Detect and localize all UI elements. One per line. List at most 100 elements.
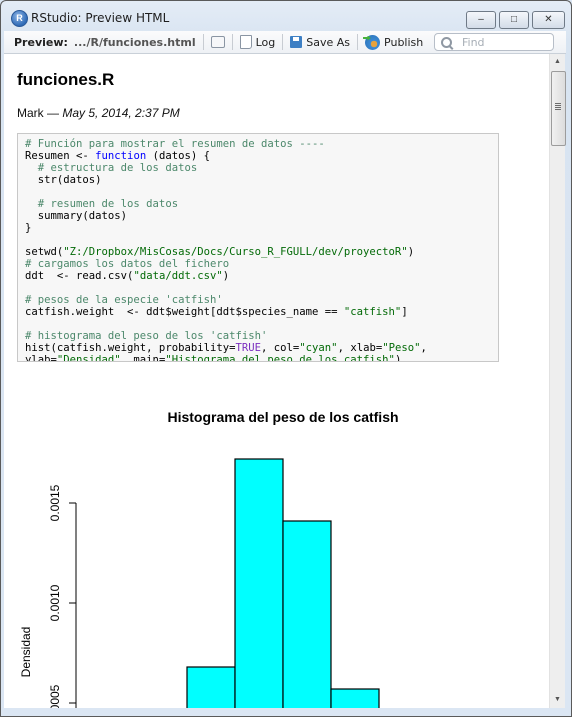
y-axis-label: Densidad <box>19 627 33 678</box>
toolbar-divider <box>231 34 233 50</box>
code-string: "Peso" <box>382 342 421 354</box>
log-label: Log <box>255 35 276 49</box>
preview-path: .../R/funciones.html <box>73 35 196 49</box>
histogram-bar <box>330 688 380 708</box>
toolbar-divider <box>202 34 204 50</box>
code-text: } <box>25 222 32 234</box>
preview-label: Preview: <box>14 35 68 49</box>
code-string: "cyan" <box>299 342 338 354</box>
maximize-icon: □ <box>510 14 518 25</box>
code-line: ddt <- read.csv("data/ddt.csv") <box>25 270 229 282</box>
publish-globe-icon <box>365 34 381 50</box>
code-text: summary(datos) <box>25 210 128 222</box>
author: Mark <box>17 106 44 120</box>
scroll-down-arrow-icon[interactable]: ▼ <box>550 692 565 708</box>
histogram-bar <box>186 666 236 708</box>
rstudio-preview-window: R RStudio: Preview HTML – □ ✕ Preview: .… <box>0 0 572 717</box>
code-text: , xlab= <box>337 342 383 354</box>
code-string: "Z:/Dropbox/MisCosas/Docs/Curso_R_FGULL/… <box>63 246 408 258</box>
date: May 5, 2014, 2:37 PM <box>62 106 180 120</box>
code-line: # cargamos los datos del fichero <box>25 258 229 270</box>
preview-content: funciones.R Mark — May 5, 2014, 2:37 PM … <box>4 54 549 708</box>
title-bar: R RStudio: Preview HTML – □ ✕ <box>1 1 571 31</box>
code-string: "catfish" <box>343 306 402 318</box>
byline-dash: — <box>43 106 63 120</box>
code-text: ylab= <box>25 354 57 362</box>
code-line: setwd("Z:/Dropbox/MisCosas/Docs/Curso_R_… <box>25 246 414 258</box>
code-text: , <box>420 342 427 354</box>
publish-button[interactable]: Publish <box>365 34 424 50</box>
window-title: RStudio: Preview HTML <box>31 11 170 25</box>
find-input[interactable] <box>460 34 544 50</box>
code-text: ) <box>394 354 402 362</box>
code-text: (datos) { <box>146 150 210 162</box>
code-string: "Densidad" <box>56 354 121 362</box>
code-line: # histograma del peso de los 'catfish' <box>25 330 267 342</box>
code-comment: # resumen de los datos <box>25 198 179 210</box>
code-string: "Histograma del peso de los catfish" <box>165 354 395 362</box>
save-as-button[interactable]: Save As <box>290 36 350 49</box>
document-title: funciones.R <box>17 70 115 89</box>
code-constant: TRUE <box>235 342 261 354</box>
code-text: catfish.weight <- ddt$weight[ddt$species… <box>25 306 344 318</box>
code-line: catfish.weight <- ddt$weight[ddt$species… <box>25 306 408 318</box>
code-line: summary(datos) <box>25 210 127 222</box>
code-block: # Función para mostrar el resumen de dat… <box>17 133 499 362</box>
code-line: Resumen <- function (datos) { <box>25 150 210 162</box>
search-icon <box>441 36 452 48</box>
toolbar-divider <box>282 34 284 50</box>
save-as-label: Save As <box>306 35 351 49</box>
open-in-browser-button[interactable] <box>210 36 225 48</box>
y-tick-label: 0.0005 <box>48 684 62 708</box>
scroll-up-arrow-icon[interactable]: ▲ <box>550 54 565 70</box>
histogram-chart: Histograma del peso de los catfish Densi… <box>19 409 399 708</box>
code-text: setwd( <box>25 246 64 258</box>
chart-title: Histograma del peso de los catfish <box>167 409 398 425</box>
byline: Mark — May 5, 2014, 2:37 PM <box>17 106 180 120</box>
y-tick-label: 0.0010 <box>48 584 62 621</box>
vertical-scrollbar[interactable]: ▲ ▼ <box>549 54 566 708</box>
log-icon <box>239 35 252 49</box>
code-line: # resumen de los datos <box>25 198 178 210</box>
find-box[interactable] <box>434 33 554 51</box>
publish-label: Publish <box>384 35 424 49</box>
code-text: Resumen <- <box>25 150 96 162</box>
close-button[interactable]: ✕ <box>532 11 565 29</box>
minimize-button[interactable]: – <box>466 11 496 29</box>
toolbar-divider <box>357 34 359 50</box>
code-comment: # histograma del peso de los 'catfish' <box>25 330 268 342</box>
code-line: str(datos) <box>25 174 102 186</box>
code-line: } <box>25 222 31 234</box>
code-line: # Función para mostrar el resumen de dat… <box>25 138 325 150</box>
code-comment: # estructura de los datos <box>25 162 198 174</box>
log-button[interactable]: Log <box>239 35 276 49</box>
code-keyword: function <box>95 150 147 162</box>
code-text: ) <box>222 270 230 282</box>
code-comment: # Función para mostrar el resumen de dat… <box>25 138 325 150</box>
code-text: ddt <- read.csv( <box>25 270 134 282</box>
rstudio-logo-icon: R <box>11 10 28 27</box>
minimize-icon: – <box>478 14 484 25</box>
code-text: , col= <box>261 342 300 354</box>
code-string: "data/ddt.csv" <box>133 270 223 282</box>
save-icon <box>290 36 303 48</box>
histogram-bar <box>282 520 332 708</box>
code-text: hist(catfish.weight, probability= <box>25 342 236 354</box>
code-comment: # cargamos los datos del fichero <box>25 258 230 270</box>
histogram-bar <box>234 458 284 708</box>
code-line: # estructura de los datos <box>25 162 197 174</box>
close-icon: ✕ <box>544 14 553 25</box>
scrollbar-thumb[interactable] <box>551 71 566 146</box>
maximize-button[interactable]: □ <box>499 11 529 29</box>
code-line: # pesos de la especie 'catfish' <box>25 294 223 306</box>
code-text: ] <box>401 306 408 318</box>
y-tick-label: 0.0015 <box>48 484 62 521</box>
code-line: ylab="Densidad", main="Histograma del pe… <box>25 354 402 362</box>
toolbar: Preview: .../R/funciones.html Log Save A… <box>4 31 566 54</box>
code-line: hist(catfish.weight, probability=TRUE, c… <box>25 342 427 354</box>
popout-icon <box>210 36 225 48</box>
code-comment: # pesos de la especie 'catfish' <box>25 294 223 306</box>
code-text: str(datos) <box>25 174 102 186</box>
code-text: , main= <box>120 354 166 362</box>
code-text: ) <box>407 246 415 258</box>
